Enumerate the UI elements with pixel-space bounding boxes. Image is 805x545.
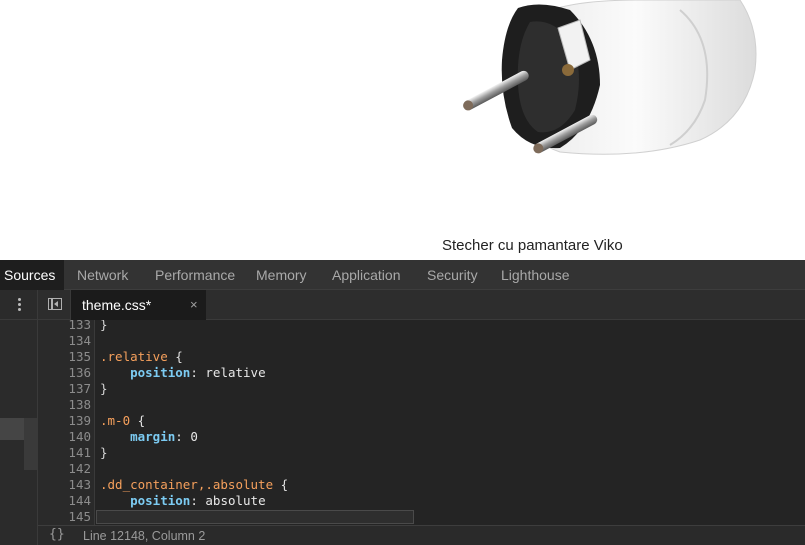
code-line[interactable]: 134 (38, 333, 805, 349)
code-text: margin: 0 (130, 429, 198, 444)
code-text: .dd_container,.absolute { (100, 477, 289, 492)
code-line[interactable]: 140 margin: 0 (38, 429, 805, 445)
tab-performance[interactable]: Performance (155, 260, 235, 290)
code-text: } (100, 320, 108, 332)
file-tab-name: theme.css* (82, 297, 152, 313)
line-number: 135 (68, 349, 91, 364)
code-text: .m-0 { (100, 413, 146, 428)
code-editor[interactable]: 133} 134 135 .relative {136 position: relat… (38, 320, 805, 525)
code-line[interactable]: 138 (38, 397, 805, 413)
close-icon[interactable]: × (190, 290, 198, 320)
code-line[interactable]: 135 .relative { (38, 349, 805, 365)
tab-memory[interactable]: Memory (256, 260, 307, 290)
tab-security[interactable]: Security (427, 260, 478, 290)
code-line[interactable]: 136 position: relative (38, 365, 805, 381)
cursor-position: Line 12148, Column 2 (83, 529, 206, 543)
code-line[interactable]: 143 .dd_container,.absolute { (38, 477, 805, 493)
code-line[interactable]: 133} (38, 320, 805, 333)
editor-tabbar: theme.css* × (38, 290, 805, 320)
horizontal-scrollbar[interactable] (96, 510, 414, 524)
product-caption[interactable]: Stecher cu pamantare Viko (442, 237, 623, 254)
tab-sources[interactable]: Sources (0, 260, 64, 290)
webpage-viewport: Stecher cu pamantare Viko (0, 0, 805, 260)
toggle-navigator-icon[interactable] (48, 298, 62, 310)
code-line[interactable]: 144 position: absolute (38, 493, 805, 509)
editor-file-tab[interactable]: theme.css* × (71, 290, 206, 320)
line-number: 145 (68, 509, 91, 524)
line-number: 142 (68, 461, 91, 476)
code-line[interactable]: 137} (38, 381, 805, 397)
navigator-divider (0, 319, 38, 320)
kebab-menu-icon[interactable] (12, 296, 26, 314)
line-number: 136 (68, 365, 91, 380)
code-text: .relative { (100, 349, 183, 364)
line-number: 134 (68, 333, 91, 348)
sources-navigator-strip (0, 290, 38, 545)
code-line[interactable]: 141} (38, 445, 805, 461)
line-number: 133 (68, 320, 91, 332)
line-number: 138 (68, 397, 91, 412)
code-line[interactable]: 139 .m-0 { (38, 413, 805, 429)
code-text: } (100, 445, 108, 460)
line-number: 141 (68, 445, 91, 460)
devtools-panel-tabbar: Sources Network Performance Memory Appli… (0, 260, 805, 290)
tab-network[interactable]: Network (77, 260, 128, 290)
tab-lighthouse[interactable]: Lighthouse (501, 260, 570, 290)
navigator-scrollbar[interactable] (24, 418, 37, 470)
navigator-selected-item[interactable] (0, 418, 24, 440)
line-number: 137 (68, 381, 91, 396)
product-image[interactable] (440, 0, 770, 170)
tab-application[interactable]: Application (332, 260, 401, 290)
line-number: 140 (68, 429, 91, 444)
code-text: } (100, 381, 108, 396)
code-text: position: absolute (130, 493, 266, 508)
line-number: 143 (68, 477, 91, 492)
pretty-print-icon[interactable]: {} (49, 527, 65, 542)
line-number: 144 (68, 493, 91, 508)
code-line[interactable]: 142 (38, 461, 805, 477)
line-number: 139 (68, 413, 91, 428)
code-text: position: relative (130, 365, 266, 380)
devtools-panel: Sources Network Performance Memory Appli… (0, 260, 805, 545)
editor-status-bar: {} Line 12148, Column 2 (38, 525, 805, 545)
